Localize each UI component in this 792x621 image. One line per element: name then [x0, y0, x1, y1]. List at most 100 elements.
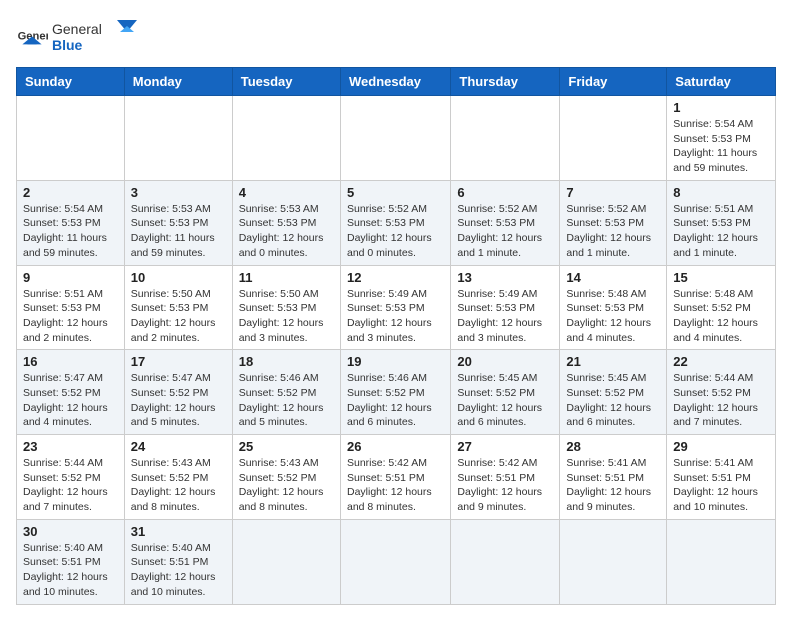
calendar-cell: 24 Sunrise: 5:43 AM Sunset: 5:52 PM Dayli…	[124, 435, 232, 520]
day-number: 14	[566, 270, 660, 285]
day-info: Sunrise: 5:54 AM Sunset: 5:53 PM Dayligh…	[673, 117, 769, 176]
day-info: Sunrise: 5:46 AM Sunset: 5:52 PM Dayligh…	[239, 371, 334, 430]
calendar-cell: 18Sunrise: 5:46 AM Sunset: 5:52 PM Dayli…	[232, 350, 340, 435]
calendar-cell: 27Sunrise: 5:42 AM Sunset: 5:51 PM Dayli…	[451, 435, 560, 520]
calendar-cell: 25 Sunrise: 5:43 AM Sunset: 5:52 PM Dayli…	[232, 435, 340, 520]
day-info: Sunrise: 5:48 AM Sunset: 5:52 PM Dayligh…	[673, 287, 769, 346]
calendar-cell: 29 Sunrise: 5:41 AM Sunset: 5:51 PM Dayli…	[667, 435, 776, 520]
day-info: Sunrise: 5:49 AM Sunset: 5:53 PM Dayligh…	[457, 287, 553, 346]
calendar-cell: 1 Sunrise: 5:54 AM Sunset: 5:53 PM Daylig…	[667, 96, 776, 181]
day-number: 25	[239, 439, 334, 454]
day-number: 7	[566, 185, 660, 200]
weekday-header-sunday: Sunday	[17, 68, 125, 96]
calendar-cell: 2Sunrise: 5:54 AM Sunset: 5:53 PM Daylig…	[17, 180, 125, 265]
weekday-header-thursday: Thursday	[451, 68, 560, 96]
calendar-cell: 5 Sunrise: 5:52 AM Sunset: 5:53 PM Daylig…	[340, 180, 450, 265]
day-number: 27	[457, 439, 553, 454]
day-info: Sunrise: 5:51 AM Sunset: 5:53 PM Dayligh…	[23, 287, 118, 346]
day-info: Sunrise: 5:43 AM Sunset: 5:52 PM Dayligh…	[239, 456, 334, 515]
calendar-cell: 22Sunrise: 5:44 AM Sunset: 5:52 PM Dayli…	[667, 350, 776, 435]
calendar-cell: 20 Sunrise: 5:45 AM Sunset: 5:52 PM Dayli…	[451, 350, 560, 435]
day-number: 31	[131, 524, 226, 539]
day-number: 20	[457, 354, 553, 369]
day-info: Sunrise: 5:48 AM Sunset: 5:53 PM Dayligh…	[566, 287, 660, 346]
logo: General General Blue	[16, 16, 142, 59]
calendar-cell: 11Sunrise: 5:50 AM Sunset: 5:53 PM Dayli…	[232, 265, 340, 350]
day-info: Sunrise: 5:44 AM Sunset: 5:52 PM Dayligh…	[23, 456, 118, 515]
calendar-cell	[17, 96, 125, 181]
calendar-cell: 23 Sunrise: 5:44 AM Sunset: 5:52 PM Dayli…	[17, 435, 125, 520]
day-number: 16	[23, 354, 118, 369]
day-number: 28	[566, 439, 660, 454]
day-number: 2	[23, 185, 118, 200]
calendar-cell: 26Sunrise: 5:42 AM Sunset: 5:51 PM Dayli…	[340, 435, 450, 520]
calendar-cell	[340, 519, 450, 604]
day-info: Sunrise: 5:45 AM Sunset: 5:52 PM Dayligh…	[566, 371, 660, 430]
day-info: Sunrise: 5:47 AM Sunset: 5:52 PM Dayligh…	[131, 371, 226, 430]
day-number: 6	[457, 185, 553, 200]
day-number: 9	[23, 270, 118, 285]
day-number: 23	[23, 439, 118, 454]
svg-text:Blue: Blue	[52, 37, 83, 53]
calendar-week-row: 1 Sunrise: 5:54 AM Sunset: 5:53 PM Daylig…	[17, 96, 776, 181]
day-number: 3	[131, 185, 226, 200]
calendar-cell: 31Sunrise: 5:40 AM Sunset: 5:51 PM Dayli…	[124, 519, 232, 604]
calendar-cell: 9 Sunrise: 5:51 AM Sunset: 5:53 PM Daylig…	[17, 265, 125, 350]
svg-text:General: General	[52, 21, 102, 37]
calendar-cell: 10 Sunrise: 5:50 AM Sunset: 5:53 PM Dayli…	[124, 265, 232, 350]
calendar-cell: 12 Sunrise: 5:49 AM Sunset: 5:53 PM Dayli…	[340, 265, 450, 350]
day-info: Sunrise: 5:41 AM Sunset: 5:51 PM Dayligh…	[673, 456, 769, 515]
weekday-header-saturday: Saturday	[667, 68, 776, 96]
day-info: Sunrise: 5:45 AM Sunset: 5:52 PM Dayligh…	[457, 371, 553, 430]
calendar-cell: 4 Sunrise: 5:53 AM Sunset: 5:53 PM Daylig…	[232, 180, 340, 265]
calendar-cell	[451, 519, 560, 604]
day-info: Sunrise: 5:52 AM Sunset: 5:53 PM Dayligh…	[347, 202, 444, 261]
calendar-week-row: 16 Sunrise: 5:47 AM Sunset: 5:52 PM Dayli…	[17, 350, 776, 435]
calendar-cell: 3Sunrise: 5:53 AM Sunset: 5:53 PM Daylig…	[124, 180, 232, 265]
day-number: 11	[239, 270, 334, 285]
calendar-cell: 16 Sunrise: 5:47 AM Sunset: 5:52 PM Dayli…	[17, 350, 125, 435]
calendar-header-row: SundayMondayTuesdayWednesdayThursdayFrid…	[17, 68, 776, 96]
calendar-cell: 28 Sunrise: 5:41 AM Sunset: 5:51 PM Dayli…	[560, 435, 667, 520]
calendar-week-row: 2Sunrise: 5:54 AM Sunset: 5:53 PM Daylig…	[17, 180, 776, 265]
calendar-cell: 7 Sunrise: 5:52 AM Sunset: 5:53 PM Daylig…	[560, 180, 667, 265]
day-number: 30	[23, 524, 118, 539]
calendar-cell	[667, 519, 776, 604]
day-info: Sunrise: 5:40 AM Sunset: 5:51 PM Dayligh…	[23, 541, 118, 600]
day-info: Sunrise: 5:43 AM Sunset: 5:52 PM Dayligh…	[131, 456, 226, 515]
header: General General Blue	[16, 16, 776, 59]
day-number: 29	[673, 439, 769, 454]
day-number: 4	[239, 185, 334, 200]
weekday-header-wednesday: Wednesday	[340, 68, 450, 96]
day-number: 5	[347, 185, 444, 200]
day-info: Sunrise: 5:52 AM Sunset: 5:53 PM Dayligh…	[566, 202, 660, 261]
calendar-cell	[124, 96, 232, 181]
day-info: Sunrise: 5:46 AM Sunset: 5:52 PM Dayligh…	[347, 371, 444, 430]
calendar-cell: 6Sunrise: 5:52 AM Sunset: 5:53 PM Daylig…	[451, 180, 560, 265]
day-info: Sunrise: 5:41 AM Sunset: 5:51 PM Dayligh…	[566, 456, 660, 515]
day-number: 12	[347, 270, 444, 285]
calendar-week-row: 23 Sunrise: 5:44 AM Sunset: 5:52 PM Dayli…	[17, 435, 776, 520]
calendar-cell	[232, 96, 340, 181]
day-info: Sunrise: 5:49 AM Sunset: 5:53 PM Dayligh…	[347, 287, 444, 346]
calendar-cell	[232, 519, 340, 604]
calendar-week-row: 30 Sunrise: 5:40 AM Sunset: 5:51 PM Dayli…	[17, 519, 776, 604]
day-number: 15	[673, 270, 769, 285]
day-number: 10	[131, 270, 226, 285]
day-info: Sunrise: 5:50 AM Sunset: 5:53 PM Dayligh…	[131, 287, 226, 346]
calendar-cell: 17 Sunrise: 5:47 AM Sunset: 5:52 PM Dayli…	[124, 350, 232, 435]
day-number: 19	[347, 354, 444, 369]
day-info: Sunrise: 5:47 AM Sunset: 5:52 PM Dayligh…	[23, 371, 118, 430]
calendar-cell: 14 Sunrise: 5:48 AM Sunset: 5:53 PM Dayli…	[560, 265, 667, 350]
day-number: 24	[131, 439, 226, 454]
logo-wordmark: General Blue	[52, 16, 142, 59]
day-info: Sunrise: 5:51 AM Sunset: 5:53 PM Dayligh…	[673, 202, 769, 261]
day-number: 22	[673, 354, 769, 369]
calendar-cell	[560, 519, 667, 604]
day-number: 21	[566, 354, 660, 369]
day-number: 1	[673, 100, 769, 115]
day-number: 17	[131, 354, 226, 369]
day-number: 8	[673, 185, 769, 200]
day-info: Sunrise: 5:53 AM Sunset: 5:53 PM Dayligh…	[239, 202, 334, 261]
logo-icon: General	[16, 22, 48, 54]
